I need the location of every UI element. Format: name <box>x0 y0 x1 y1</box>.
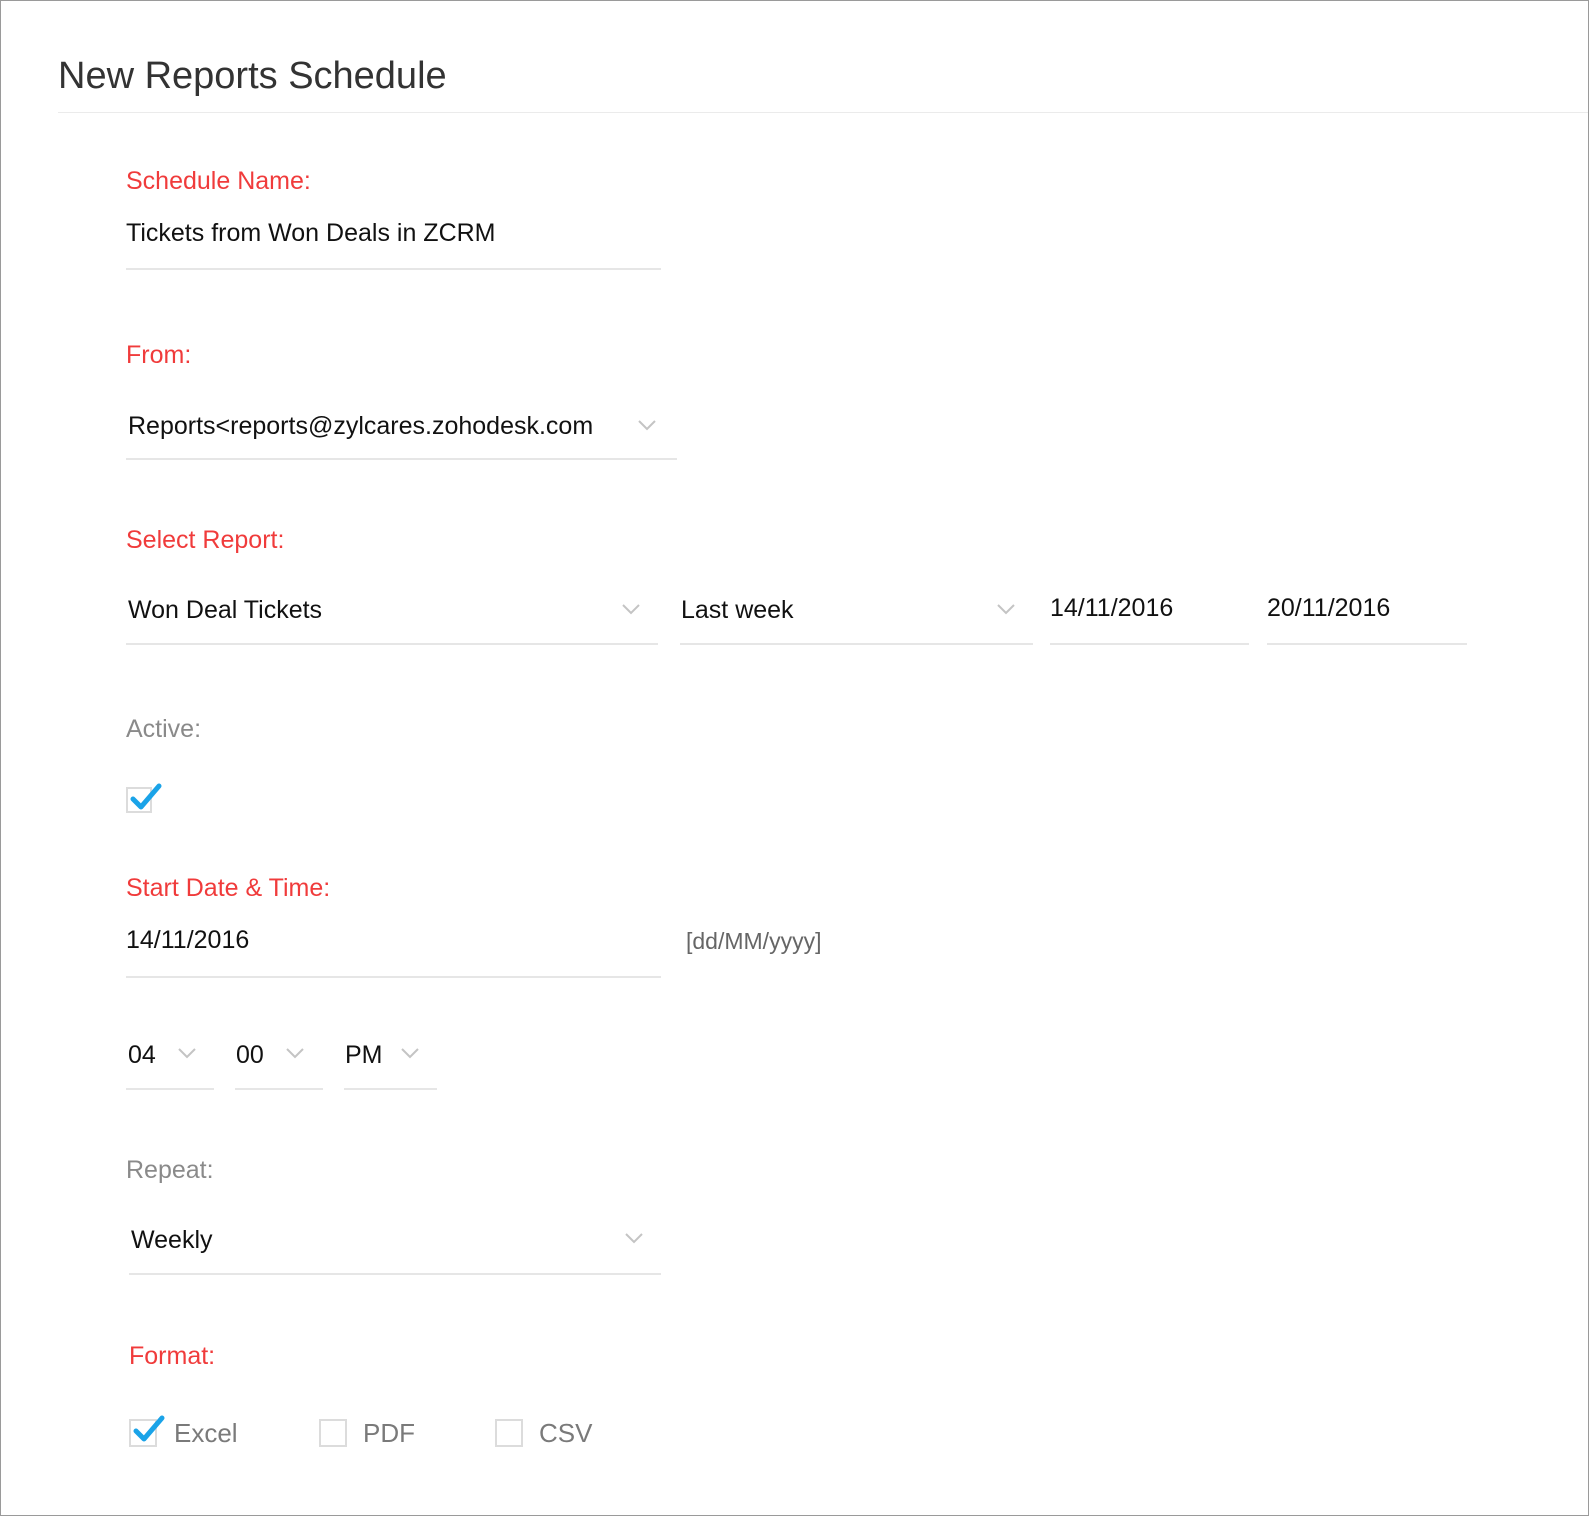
chevron-down-icon[interactable] <box>401 1047 419 1061</box>
schedule-name-input[interactable]: Tickets from Won Deals in ZCRM <box>126 219 496 248</box>
chevron-down-icon[interactable] <box>997 603 1015 617</box>
page-title: New Reports Schedule <box>58 55 447 97</box>
repeat-select[interactable]: Weekly <box>131 1226 213 1255</box>
repeat-select-underline <box>129 1273 661 1275</box>
report-select-underline <box>126 643 658 645</box>
hour-select[interactable]: 04 <box>128 1041 156 1070</box>
chevron-down-icon[interactable] <box>286 1047 304 1061</box>
report-select[interactable]: Won Deal Tickets <box>128 596 322 625</box>
ampm-select-underline <box>344 1088 437 1090</box>
report-start-date-underline <box>1050 643 1249 645</box>
minute-select-underline <box>235 1088 323 1090</box>
start-date-underline <box>126 976 661 978</box>
select-report-label: Select Report: <box>126 526 285 554</box>
title-divider <box>58 112 1588 113</box>
report-schedule-form: New Reports Schedule Schedule Name: Tick… <box>0 0 1589 1516</box>
format-excel-checkbox[interactable] <box>129 1415 165 1447</box>
hour-select-underline <box>126 1088 214 1090</box>
format-csv-label: CSV <box>539 1418 593 1448</box>
from-label: From: <box>126 341 192 369</box>
checkmark-icon <box>130 783 162 810</box>
minute-select[interactable]: 00 <box>236 1041 264 1070</box>
schedule-name-label: Schedule Name: <box>126 167 311 195</box>
format-label: Format: <box>129 1342 216 1370</box>
start-date-time-label: Start Date & Time: <box>126 874 331 902</box>
from-underline <box>126 458 677 460</box>
period-select-underline <box>680 643 1033 645</box>
report-end-date-underline <box>1267 643 1467 645</box>
from-select[interactable]: Reports<reports@zylcares.zohodesk.com <box>128 412 593 441</box>
active-checkbox[interactable] <box>126 783 162 813</box>
repeat-label: Repeat: <box>126 1156 214 1184</box>
chevron-down-icon[interactable] <box>178 1047 196 1061</box>
format-pdf-label: PDF <box>363 1418 415 1448</box>
schedule-name-underline <box>126 268 661 270</box>
date-format-hint: [dd/MM/yyyy] <box>686 928 822 954</box>
chevron-down-icon[interactable] <box>622 603 640 617</box>
report-end-date-input[interactable]: 20/11/2016 <box>1267 594 1390 623</box>
active-label: Active: <box>126 715 202 743</box>
ampm-select[interactable]: PM <box>345 1041 383 1070</box>
checkmark-icon <box>133 1415 165 1442</box>
format-csv-checkbox[interactable] <box>495 1419 523 1447</box>
chevron-down-icon[interactable] <box>638 419 656 433</box>
chevron-down-icon[interactable] <box>625 1232 643 1246</box>
period-select[interactable]: Last week <box>681 596 794 625</box>
start-date-input[interactable]: 14/11/2016 <box>126 926 249 955</box>
format-pdf-checkbox[interactable] <box>319 1419 347 1447</box>
format-excel-label: Excel <box>174 1418 238 1448</box>
report-start-date-input[interactable]: 14/11/2016 <box>1050 594 1173 623</box>
